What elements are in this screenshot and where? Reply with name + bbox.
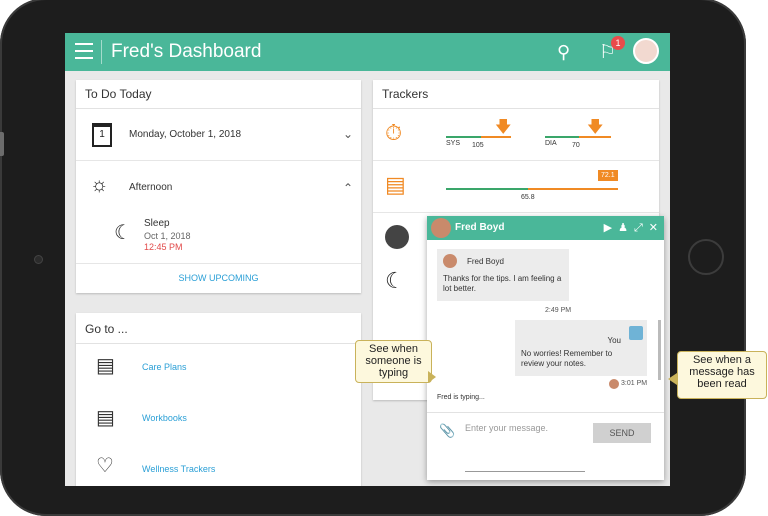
todo-card: To Do Today 1 Monday, October 1, 2018 ⌄ … — [76, 80, 361, 293]
tablet-camera — [34, 255, 43, 264]
tablet-home-button — [688, 239, 724, 275]
goto-item-label: Care Plans — [142, 362, 187, 372]
page-title: Fred's Dashboard — [111, 41, 262, 62]
typing-indicator: Fred is typing... — [437, 394, 485, 401]
message-text: No worries! Remember to review your note… — [521, 349, 613, 368]
callout-text: See when someone is typing — [365, 343, 422, 379]
sun-icon: ☼ — [90, 174, 109, 196]
sleep-title: Sleep — [144, 218, 170, 229]
incoming-time: 2:49 PM — [545, 307, 572, 314]
notification-badge: 1 — [611, 36, 625, 50]
heart-check-icon: ♡ — [96, 455, 114, 477]
message-sender: You — [607, 336, 622, 345]
paperclip-icon[interactable]: 📎 — [439, 423, 455, 439]
date-row[interactable]: 1 Monday, October 1, 2018 ⌄ — [76, 108, 361, 161]
chat-contact-name: Fred Boyd — [455, 222, 505, 233]
todo-header: To Do Today — [76, 80, 361, 109]
menu-icon[interactable] — [75, 43, 93, 59]
sleep-date: Oct 1, 2018 — [144, 231, 191, 241]
message-sender: Fred Boyd — [467, 257, 504, 266]
trackers-header: Trackers — [373, 80, 659, 109]
chevron-down-icon[interactable]: ⌄ — [343, 127, 353, 141]
arrow-down-icon: 🡇 — [495, 119, 512, 136]
sys-bar-green — [446, 136, 481, 138]
chat-toolbar: ▶ ♟ ⤢ ✕ — [598, 221, 658, 235]
arrow-down-icon: 🡇 — [587, 119, 604, 136]
map-icon: ▤ — [96, 355, 115, 377]
outgoing-message: You No worries! Remember to review your … — [515, 320, 647, 376]
app-bar: Fred's Dashboard ⚲ ⚐ 1 — [65, 33, 670, 71]
moon-icon: ☾ — [114, 222, 132, 244]
book-icon: ▤ — [96, 407, 115, 429]
nutrition-icon — [385, 225, 409, 249]
chat-scrollbar[interactable] — [658, 320, 661, 380]
message-text: Thanks for the tips. I am feeling a lot … — [443, 274, 562, 293]
avatar — [431, 218, 451, 238]
avatar[interactable] — [633, 38, 659, 64]
expand-icon[interactable]: ⤢ — [634, 222, 643, 234]
blood-pressure-icon: ⏱ — [385, 120, 403, 145]
weight-value: 65.8 — [521, 194, 535, 201]
callout-text: See when a message has been read — [689, 354, 755, 390]
video-icon[interactable]: ▶ — [604, 222, 612, 234]
show-upcoming-button[interactable]: SHOW UPCOMING — [76, 273, 361, 283]
calendar-icon: 1 — [92, 123, 112, 147]
typing-callout: See when someone is typing — [355, 340, 432, 383]
chevron-up-icon[interactable]: ⌃ — [343, 181, 353, 195]
weight-tracker[interactable]: ▤ 72.1 65.8 — [373, 160, 659, 213]
chat-compose: 📎 Enter your message. SEND — [427, 412, 664, 481]
weight-bar-green — [446, 188, 528, 190]
outgoing-time: 3:01 PM — [621, 380, 648, 387]
read-receipt-avatar — [609, 379, 619, 389]
read-callout: See when a message has been read — [677, 351, 767, 399]
dia-value: 70 — [572, 142, 580, 149]
dia-label: DIA — [545, 140, 557, 147]
app-screen: Fred's Dashboard ⚲ ⚐ 1 To Do Today 1 Mon… — [65, 33, 670, 486]
blood-pressure-tracker[interactable]: ⏱ 🡇 SYS 105 🡇 DIA 70 — [373, 108, 659, 161]
add-person-icon[interactable]: ♟ — [618, 222, 628, 234]
sys-label: SYS — [446, 140, 461, 147]
avatar — [629, 326, 643, 340]
sleep-time: 12:45 PM — [144, 242, 183, 252]
community-icon[interactable]: ⚲ — [557, 42, 570, 63]
divider — [101, 40, 102, 64]
goto-item-label: Wellness Trackers — [142, 464, 216, 474]
weight-badge: 72.1 — [598, 170, 618, 181]
input-underline — [465, 471, 585, 472]
divider — [76, 263, 361, 264]
goto-item-label: Workbooks — [142, 413, 187, 423]
scale-icon: ▤ — [385, 172, 406, 197]
callout-pointer — [668, 373, 677, 385]
date-label: Monday, October 1, 2018 — [129, 129, 242, 140]
dia-bar-green — [545, 136, 579, 138]
weight-bar-orange — [528, 188, 618, 190]
goto-header: Go to ... — [76, 313, 361, 344]
incoming-message: Fred Boyd Thanks for the tips. I am feel… — [437, 249, 569, 301]
callout-pointer — [428, 371, 436, 383]
avatar — [443, 254, 457, 268]
afternoon-label: Afternoon — [129, 182, 173, 193]
message-input[interactable]: Enter your message. — [465, 423, 548, 433]
sleep-tracker-icon: ☾ — [385, 268, 405, 293]
sys-value: 105 — [472, 142, 484, 149]
send-button[interactable]: SEND — [593, 423, 651, 443]
goto-card: Go to ... ▤ Care Plans ▤ Workbooks ♡ Wel… — [76, 313, 361, 486]
chat-header: Fred Boyd ▶ ♟ ⤢ ✕ — [427, 216, 664, 240]
tablet-side-button — [0, 132, 4, 156]
chat-window: Fred Boyd ▶ ♟ ⤢ ✕ Fred Boyd Thanks for the … — [427, 216, 664, 480]
close-icon[interactable]: ✕ — [649, 222, 658, 234]
